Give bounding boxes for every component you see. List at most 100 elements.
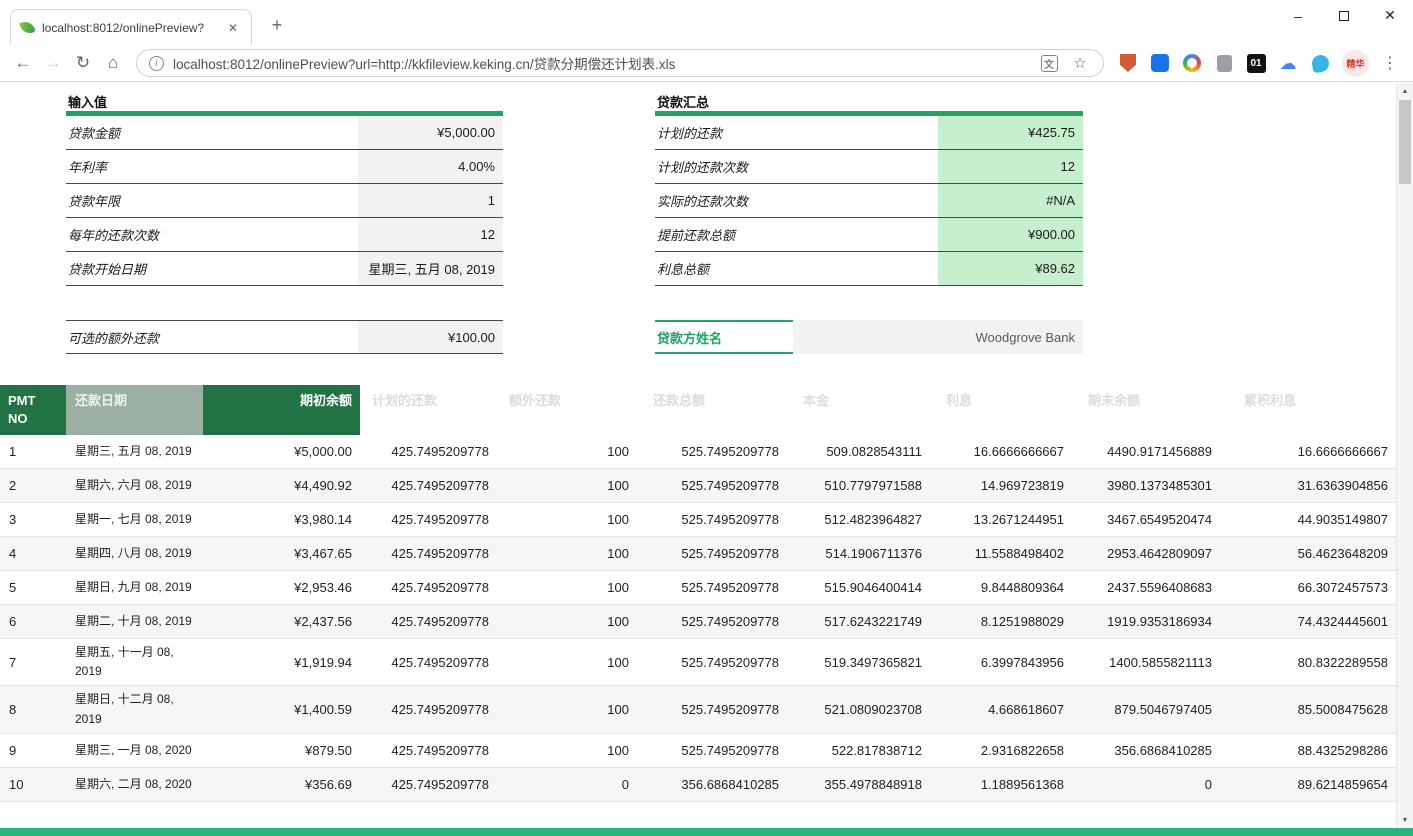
bookmark-star-icon[interactable]: ☆	[1069, 52, 1091, 74]
new-tab-button[interactable]: +	[264, 12, 290, 38]
schedule-cell-scheduled-payment: 425.7495209778	[360, 610, 497, 633]
schedule-cell-total-payment: 525.7495209778	[637, 610, 787, 633]
badge-01-extension-icon[interactable]: 01	[1244, 51, 1268, 75]
schedule-cell-extra-payment: 100	[497, 440, 637, 463]
input-value: ¥5,000.00	[358, 116, 503, 149]
bird-extension-icon[interactable]	[1308, 51, 1332, 75]
schedule-cell-principal: 515.9046400414	[787, 576, 930, 599]
schedule-cell-interest: 6.3997843956	[930, 651, 1072, 674]
schedule-cell-date: 星期日, 九月 08, 2019	[66, 574, 203, 601]
schedule-cell-interest: 4.668618607	[930, 698, 1072, 721]
schedule-cell-total-payment: 525.7495209778	[637, 698, 787, 721]
schedule-cell-scheduled-payment: 425.7495209778	[360, 440, 497, 463]
browser-tab[interactable]: localhost:8012/onlinePreview? ✕	[10, 9, 252, 45]
gray-extension-icon[interactable]	[1212, 51, 1236, 75]
schedule-cell-end-balance: 1400.5855821113	[1072, 651, 1220, 674]
schedule-cell-total-payment: 525.7495209778	[637, 474, 787, 497]
schedule-cell-date: 星期三, 五月 08, 2019	[66, 438, 203, 465]
schedule-cell-pmt-no: 4	[0, 542, 66, 565]
schedule-cell-interest: 9.8448809364	[930, 576, 1072, 599]
forward-icon[interactable]: →	[38, 49, 68, 77]
schedule-cell-principal: 519.3497365821	[787, 651, 930, 674]
cloud-extension-icon[interactable]: ☁	[1276, 51, 1300, 75]
schedule-cell-extra-payment: 0	[497, 773, 637, 796]
schedule-cell-begin-balance: ¥5,000.00	[203, 440, 360, 463]
schedule-cell-principal: 512.4823964827	[787, 508, 930, 531]
vertical-scrollbar[interactable]: ▲ ▼	[1396, 83, 1413, 828]
spacer-row	[655, 286, 1083, 320]
schedule-cell-date: 星期一, 七月 08, 2019	[66, 506, 203, 533]
input-label: 贷款金额	[66, 116, 358, 149]
maximize-button[interactable]	[1321, 0, 1367, 31]
translate-icon[interactable]: 文	[1038, 52, 1060, 74]
input-section: 输入值 贷款金额 ¥5,000.00 年利率 4.00% 贷款年限 1 每年的还…	[66, 92, 503, 354]
blue-extension-icon[interactable]	[1148, 51, 1172, 75]
input-label: 贷款开始日期	[66, 252, 358, 285]
tab-title: localhost:8012/onlinePreview?	[42, 21, 217, 35]
schedule-cell-begin-balance: ¥3,467.65	[203, 542, 360, 565]
schedule-cell-interest: 16.6666666667	[930, 440, 1072, 463]
schedule-cell-interest: 8.1251988029	[930, 610, 1072, 633]
summary-value: ¥425.75	[938, 116, 1083, 149]
scroll-up-icon[interactable]: ▲	[1397, 83, 1413, 99]
schedule-cell-principal: 510.7797971588	[787, 474, 930, 497]
page-info-icon[interactable]: i	[149, 56, 164, 71]
summary-row: 提前还款总额 ¥900.00	[655, 218, 1083, 252]
schedule-cell-begin-balance: ¥356.69	[203, 773, 360, 796]
summary-value: ¥89.62	[938, 252, 1083, 285]
amortization-header-row: PMT NO 还款日期 期初余额 计划的还款 额外还款 还款总额 本金 利息 期…	[0, 385, 1396, 435]
home-icon[interactable]: ⌂	[98, 49, 128, 77]
lender-value: Woodgrove Bank	[793, 320, 1083, 354]
schedule-cell-principal: 521.0809023708	[787, 698, 930, 721]
schedule-cell-scheduled-payment: 425.7495209778	[360, 698, 497, 721]
schedule-cell-interest: 2.9316822658	[930, 739, 1072, 762]
spacer-row	[66, 286, 503, 320]
maximize-icon	[1339, 11, 1349, 21]
back-icon[interactable]: ←	[8, 49, 38, 77]
schedule-cell-scheduled-payment: 425.7495209778	[360, 651, 497, 674]
schedule-row: 2 星期六, 六月 08, 2019 ¥4,490.92 425.7495209…	[0, 469, 1396, 503]
minimize-button[interactable]: –	[1275, 0, 1321, 31]
scroll-down-icon[interactable]: ▼	[1397, 812, 1413, 828]
url-text[interactable]: localhost:8012/onlinePreview?url=http://…	[173, 53, 1029, 73]
schedule-cell-cumulative-interest: 16.6666666667	[1220, 440, 1396, 463]
schedule-cell-principal: 522.817838712	[787, 739, 930, 762]
schedule-cell-pmt-no: 5	[0, 576, 66, 599]
close-button[interactable]: ✕	[1367, 0, 1413, 31]
shield-extension-icon[interactable]	[1116, 51, 1140, 75]
schedule-cell-begin-balance: ¥1,400.59	[203, 698, 360, 721]
schedule-row: 8 星期日, 十二月 08, 2019 ¥1,400.59 425.749520…	[0, 686, 1396, 733]
window-controls: – ✕	[1275, 0, 1413, 31]
schedule-cell-total-payment: 525.7495209778	[637, 508, 787, 531]
tab-close-icon[interactable]: ✕	[225, 21, 241, 35]
schedule-cell-scheduled-payment: 425.7495209778	[360, 508, 497, 531]
schedule-cell-date: 星期四, 八月 08, 2019	[66, 540, 203, 567]
schedule-row: 9 星期三, 一月 08, 2020 ¥879.50 425.749520977…	[0, 734, 1396, 768]
scrollbar-thumb[interactable]	[1399, 100, 1411, 184]
profile-avatar[interactable]: 精华	[1342, 50, 1369, 77]
browser-menu-icon[interactable]: ⋮	[1375, 49, 1405, 77]
address-bar[interactable]: i localhost:8012/onlinePreview?url=http:…	[136, 49, 1104, 77]
schedule-cell-interest: 13.2671244951	[930, 508, 1072, 531]
schedule-cell-date: 星期六, 二月 08, 2020	[66, 771, 203, 798]
schedule-cell-end-balance: 879.5046797405	[1072, 698, 1220, 721]
schedule-cell-extra-payment: 100	[497, 542, 637, 565]
schedule-cell-scheduled-payment: 425.7495209778	[360, 474, 497, 497]
schedule-cell-end-balance: 3980.1373485301	[1072, 474, 1220, 497]
input-value: 星期三, 五月 08, 2019	[358, 252, 503, 285]
circle-extension-icon[interactable]	[1180, 51, 1204, 75]
reload-icon[interactable]: ↻	[68, 49, 98, 77]
schedule-cell-interest: 11.5588498402	[930, 542, 1072, 565]
schedule-cell-date: 星期二, 十月 08, 2019	[66, 608, 203, 635]
schedule-cell-extra-payment: 100	[497, 739, 637, 762]
schedule-cell-pmt-no: 8	[0, 698, 66, 721]
schedule-cell-scheduled-payment: 425.7495209778	[360, 542, 497, 565]
summary-value: ¥900.00	[938, 218, 1083, 251]
browser-toolbar: ← → ↻ ⌂ i localhost:8012/onlinePreview?u…	[0, 45, 1413, 82]
schedule-cell-principal: 514.1906711376	[787, 542, 930, 565]
summary-label: 实际的还款次数	[655, 184, 938, 217]
summary-row: 计划的还款 ¥425.75	[655, 116, 1083, 150]
summary-label: 提前还款总额	[655, 218, 938, 251]
input-label: 每年的还款次数	[66, 218, 358, 251]
input-label: 年利率	[66, 150, 358, 183]
